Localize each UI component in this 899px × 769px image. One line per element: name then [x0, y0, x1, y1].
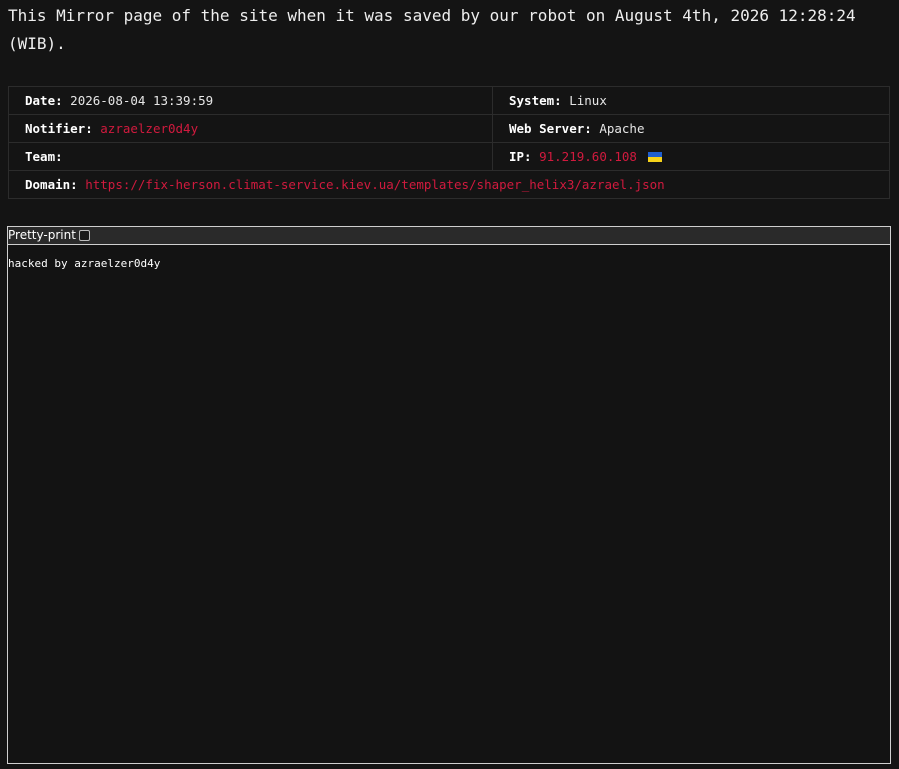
- date-label: Date:: [25, 93, 63, 108]
- pretty-print-label: Pretty-print: [8, 228, 76, 242]
- ukraine-flag-icon: [648, 152, 663, 162]
- viewer-content: hacked by azraelzer0d4y: [8, 257, 161, 270]
- info-row: Date: 2026-08-04 13:39:59 System: Linux: [8, 86, 890, 115]
- ip-label: IP:: [509, 149, 532, 164]
- date-value: 2026-08-04 13:39:59: [70, 93, 214, 108]
- info-row: Domain: https://fix-herson.climat-servic…: [8, 170, 890, 199]
- viewer-toolbar: Pretty-print: [8, 227, 890, 245]
- info-row: Team: IP: 91.219.60.108: [8, 142, 890, 171]
- team-cell: Team:: [8, 142, 493, 171]
- date-cell: Date: 2026-08-04 13:39:59: [8, 86, 493, 115]
- info-row: Notifier: azraelzer0d4y Web Server: Apac…: [8, 114, 890, 143]
- webserver-label: Web Server:: [509, 121, 592, 136]
- domain-cell: Domain: https://fix-herson.climat-servic…: [8, 170, 890, 199]
- domain-link[interactable]: https://fix-herson.climat-service.kiev.u…: [85, 177, 664, 192]
- mirror-notice: This Mirror page of the site when it was…: [8, 6, 856, 53]
- system-label: System:: [509, 93, 562, 108]
- mirror-info-table: Date: 2026-08-04 13:39:59 System: Linux …: [8, 86, 890, 199]
- json-viewer: Pretty-print hacked by azraelzer0d4y: [7, 226, 891, 764]
- ip-cell: IP: 91.219.60.108: [492, 142, 890, 171]
- system-value: Linux: [569, 93, 607, 108]
- webserver-value: Apache: [599, 121, 645, 136]
- ip-link[interactable]: 91.219.60.108: [539, 149, 637, 164]
- domain-label: Domain:: [25, 177, 78, 192]
- notifier-link[interactable]: azraelzer0d4y: [100, 121, 198, 136]
- webserver-cell: Web Server: Apache: [492, 114, 890, 143]
- notifier-cell: Notifier: azraelzer0d4y: [8, 114, 493, 143]
- team-label: Team:: [25, 149, 63, 164]
- notifier-label: Notifier:: [25, 121, 93, 136]
- pretty-print-checkbox[interactable]: [78, 230, 90, 241]
- system-cell: System: Linux: [492, 86, 890, 115]
